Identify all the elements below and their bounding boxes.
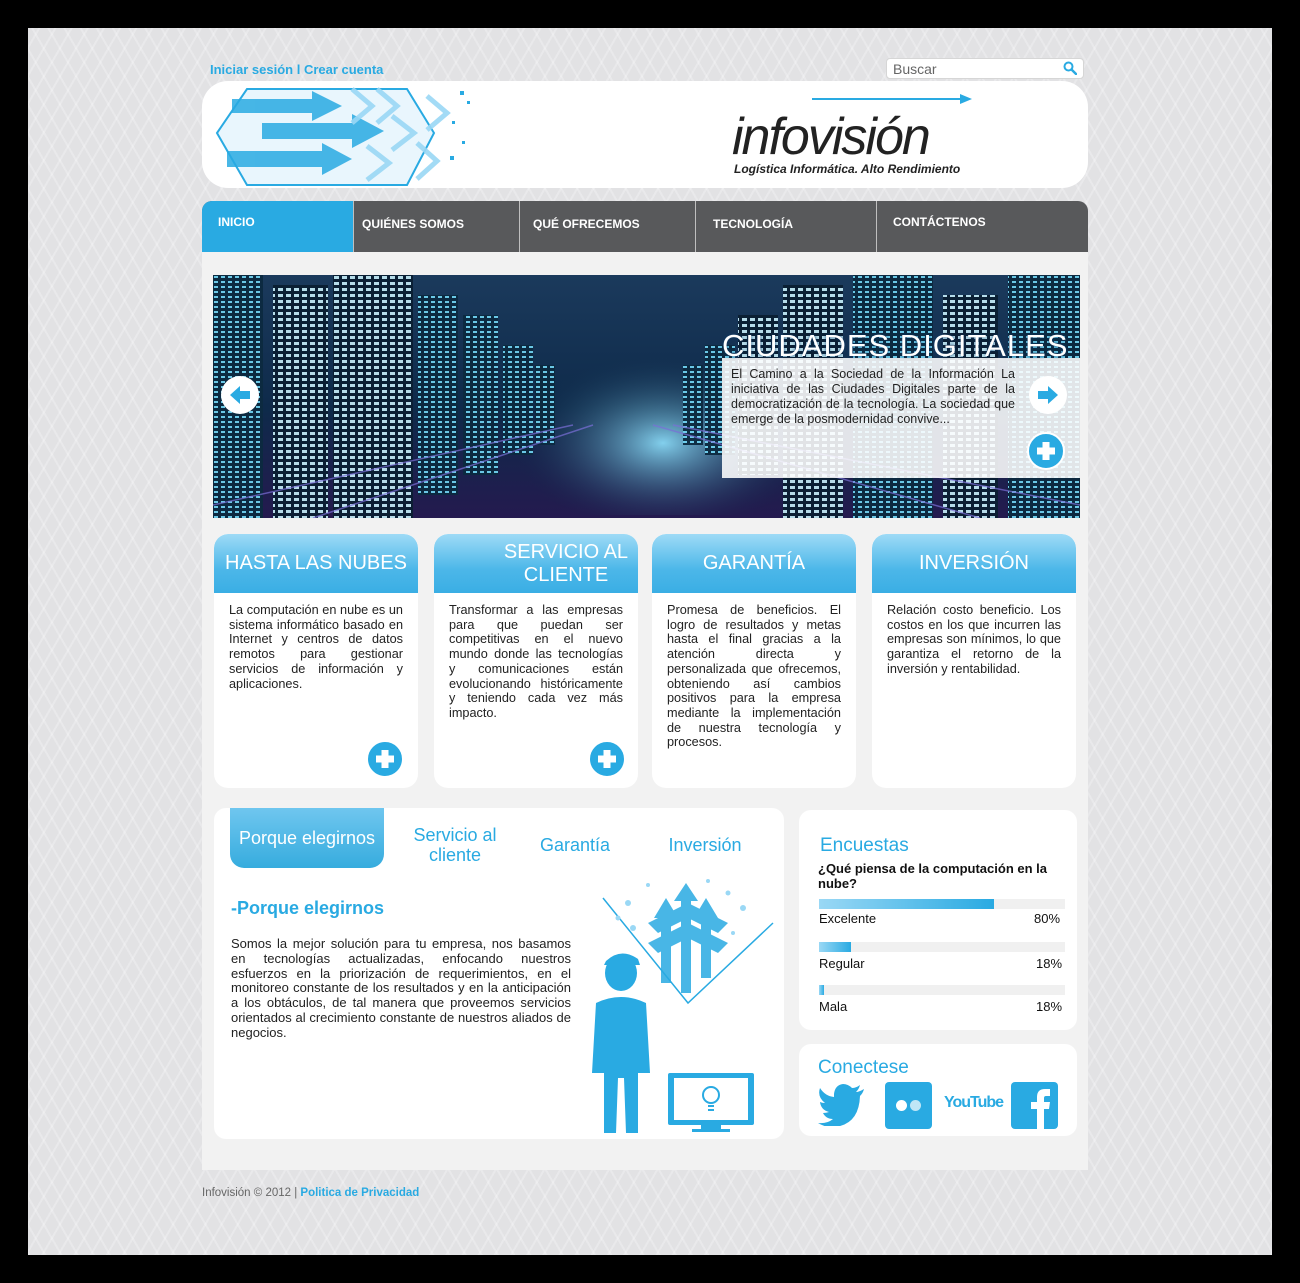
feature-card: INVERSIÓN Relación costo beneficio. Los … bbox=[872, 534, 1076, 788]
poll-title: Encuestas bbox=[820, 835, 909, 856]
plus-icon bbox=[598, 750, 616, 768]
card-more-button[interactable] bbox=[588, 740, 626, 778]
tab-garantia[interactable]: Garantía bbox=[530, 835, 620, 855]
card-text: Promesa de beneficios. El logro de resul… bbox=[667, 603, 841, 750]
twitter-icon[interactable] bbox=[818, 1084, 866, 1126]
card-more-button[interactable] bbox=[366, 740, 404, 778]
card-title: SERVICIO AL CLIENTE bbox=[434, 534, 638, 593]
nav-label: TECNOLOGÍA bbox=[713, 217, 793, 231]
tab-servicio-al-cliente[interactable]: Servicio al cliente bbox=[400, 825, 510, 865]
privacy-link[interactable]: Politica de Privacidad bbox=[300, 1187, 419, 1199]
card-text: La computación en nube es un sistema inf… bbox=[229, 603, 403, 691]
plus-icon bbox=[1037, 442, 1055, 460]
link-separator: l bbox=[293, 62, 304, 77]
logo-arrow-icon bbox=[812, 94, 972, 104]
flickr-icon[interactable] bbox=[885, 1082, 932, 1129]
arrow-left-icon bbox=[230, 386, 250, 404]
flickr-dot bbox=[910, 1100, 921, 1111]
nav-que-ofrecemos[interactable]: QUÉ OFRECEMOS bbox=[520, 201, 695, 252]
card-title: HASTA LAS NUBES bbox=[214, 534, 418, 593]
nav-label: QUÉ OFRECEMOS bbox=[533, 217, 640, 231]
signup-link[interactable]: Crear cuenta bbox=[304, 62, 383, 77]
flickr-dot bbox=[896, 1100, 907, 1111]
poll-bar-fill bbox=[819, 985, 824, 995]
nav-label: CONTÁCTENOS bbox=[893, 215, 986, 229]
arrow-right-icon bbox=[1038, 386, 1058, 404]
search-box bbox=[886, 58, 1084, 79]
search-icon[interactable] bbox=[1063, 61, 1077, 75]
card-text: Relación costo beneficio. Los costos en … bbox=[887, 603, 1061, 676]
facebook-icon[interactable] bbox=[1011, 1082, 1058, 1129]
slider-prev-button[interactable] bbox=[221, 376, 259, 414]
nav-inicio[interactable]: INICIO bbox=[202, 201, 353, 252]
footer: Infovisión © 2012 | Politica de Privacid… bbox=[202, 1187, 419, 1199]
card-title: INVERSIÓN bbox=[872, 534, 1076, 593]
youtube-label: YouTube bbox=[944, 1094, 1004, 1111]
social-title: Conectese bbox=[818, 1057, 909, 1078]
business-illustration bbox=[592, 879, 774, 1133]
brand-tagline: Logística Informática. Alto Rendimiento bbox=[734, 162, 961, 176]
footer-copyright: Infovisión © 2012 | bbox=[202, 1187, 301, 1199]
poll-bar-regular bbox=[819, 942, 1065, 952]
slider-title: CIUDADES DIGITALES bbox=[722, 328, 1069, 363]
nav-label: QUIÉNES SOMOS bbox=[362, 217, 465, 231]
card-text: Transformar a las empresas para que pued… bbox=[449, 603, 623, 720]
card-title: GARANTÍA bbox=[652, 534, 856, 593]
poll-option-label[interactable]: Mala bbox=[819, 999, 847, 1014]
slider-more-button[interactable] bbox=[1027, 432, 1065, 470]
tab-heading: -Porque elegirnos bbox=[231, 898, 385, 918]
tab-inversion[interactable]: Inversión bbox=[660, 835, 750, 855]
slider-text: El Camino a la Sociedad de la Informació… bbox=[731, 367, 1015, 426]
search-input[interactable] bbox=[893, 59, 1053, 78]
tab-text: Somos la mejor solución para tu empresa,… bbox=[231, 936, 571, 1040]
header-arrows-graphic bbox=[215, 87, 470, 186]
brand-name: infovisión bbox=[732, 108, 931, 166]
poll-option-label[interactable]: Excelente bbox=[819, 911, 876, 926]
poll-bar-fill bbox=[819, 899, 994, 909]
poll-bar-fill bbox=[819, 942, 851, 952]
plus-icon bbox=[376, 750, 394, 768]
poll-option-label[interactable]: Regular bbox=[819, 956, 865, 971]
poll-option-percent: 80% bbox=[1034, 911, 1061, 926]
poll-question: ¿Qué piensa de la computación en la nube… bbox=[818, 861, 1047, 891]
feature-card: GARANTÍA Promesa de beneficios. El logro… bbox=[652, 534, 856, 788]
brand-logo[interactable]: infovisión Logística Informática. Alto R… bbox=[732, 93, 972, 183]
main-nav: INICIO QUIÉNES SOMOS QUÉ OFRECEMOS TECNO… bbox=[202, 201, 1088, 252]
poll-bar-mala bbox=[819, 985, 1065, 995]
slider-next-button[interactable] bbox=[1029, 376, 1067, 414]
account-links: Iniciar sesión l Crear cuenta bbox=[210, 62, 383, 77]
youtube-icon[interactable]: YouTube bbox=[944, 1094, 1004, 1112]
nav-quienes-somos[interactable]: QUIÉNES SOMOS bbox=[354, 201, 519, 252]
poll-option-percent: 18% bbox=[1036, 956, 1063, 971]
tab-porque-elegirnos[interactable]: Porque elegirnos bbox=[230, 808, 384, 868]
nav-contactenos[interactable]: CONTÁCTENOS bbox=[877, 201, 1088, 252]
facebook-f-glyph bbox=[1031, 1089, 1050, 1129]
poll-bar-excelente bbox=[819, 899, 1065, 909]
nav-tecnologia[interactable]: TECNOLOGÍA bbox=[696, 201, 876, 252]
login-link[interactable]: Iniciar sesión bbox=[210, 62, 293, 77]
poll-option-percent: 18% bbox=[1036, 999, 1063, 1014]
nav-label: INICIO bbox=[218, 215, 255, 229]
